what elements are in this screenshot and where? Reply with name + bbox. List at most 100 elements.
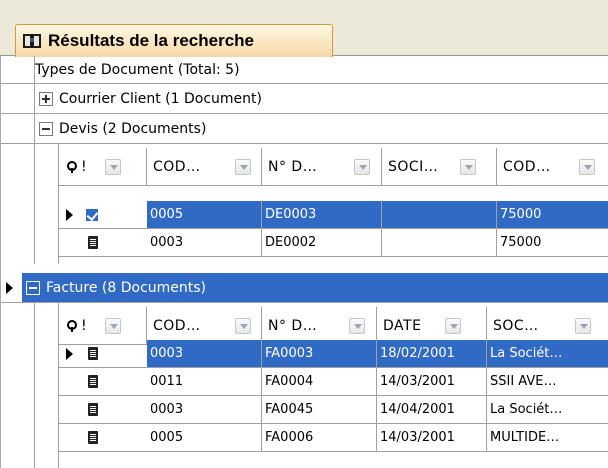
column-header-label: COD…: [503, 158, 551, 175]
chevron-down-icon[interactable]: [354, 158, 371, 175]
table-row[interactable]: 0003 DE0002 75000: [59, 229, 608, 257]
row-status[interactable]: [81, 424, 147, 451]
column-header-label: !: [81, 317, 88, 334]
table-row[interactable]: 0005 FA0006 14/03/2001 MULTIDE…: [59, 424, 608, 452]
cell-societe[interactable]: [382, 229, 497, 256]
column-chooser[interactable]: [59, 307, 81, 344]
row-status[interactable]: [81, 368, 147, 395]
row-status[interactable]: [81, 229, 147, 256]
row-pointer-icon: [6, 281, 13, 294]
group-row-facture[interactable]: Facture (8 Documents): [1, 273, 608, 303]
cell-societe[interactable]: La Sociét…: [487, 396, 608, 423]
chevron-down-icon[interactable]: [105, 158, 122, 175]
document-icon: [87, 402, 99, 417]
cell-number[interactable]: DE0003: [262, 201, 382, 228]
column-chooser[interactable]: [59, 148, 81, 185]
row-pointer-icon: [66, 208, 73, 221]
cell-code[interactable]: 0011: [147, 368, 262, 395]
column-header-label: DATE: [383, 317, 422, 334]
row-indicator: [59, 396, 81, 423]
cell-date[interactable]: 14/04/2001: [377, 396, 487, 423]
expand-icon[interactable]: [39, 91, 53, 106]
column-header-label: N° D…: [268, 158, 318, 175]
cell-code[interactable]: 0005: [147, 424, 262, 451]
column-header-flag[interactable]: !: [81, 307, 147, 344]
key-icon: [67, 160, 77, 173]
cell-date[interactable]: 14/03/2001: [377, 424, 487, 451]
cell-date[interactable]: 14/03/2001: [377, 368, 487, 395]
document-icon: [87, 430, 99, 445]
cell-code[interactable]: 0003: [147, 229, 262, 256]
cell-number[interactable]: FA0004: [262, 368, 377, 395]
column-header-flag[interactable]: !: [81, 148, 147, 185]
column-header-societe[interactable]: SOC…: [487, 307, 608, 344]
cell-code[interactable]: 0005: [147, 201, 262, 228]
column-header-number[interactable]: N° D…: [262, 148, 382, 185]
cell-number[interactable]: DE0002: [262, 229, 382, 256]
chevron-down-icon[interactable]: [578, 158, 595, 175]
column-header-label: COD…: [153, 158, 201, 175]
chevron-down-icon[interactable]: [460, 158, 477, 175]
row-status[interactable]: [81, 396, 147, 423]
document-icon: [87, 374, 99, 389]
column-header-number[interactable]: N° D…: [262, 307, 377, 344]
cell-societe[interactable]: SSII AVE…: [487, 368, 608, 395]
column-header-code2[interactable]: COD…: [497, 148, 608, 185]
group-selection[interactable]: Facture (8 Documents): [22, 273, 608, 302]
key-icon: [67, 319, 77, 332]
column-header-label: SOC…: [493, 317, 539, 334]
cell-code[interactable]: 0003: [147, 396, 262, 423]
tab-title: Résultats de la recherche: [48, 31, 254, 50]
group-label: Courrier Client (1 Document): [59, 90, 262, 107]
table-row[interactable]: 0003 FA0045 14/04/2001 La Sociét…: [59, 396, 608, 424]
tab-search-results[interactable]: Résultats de la recherche: [15, 24, 333, 57]
cell-code[interactable]: 0003: [147, 340, 262, 367]
results-tree[interactable]: Types de Document (Total: 5) Courrier Cl…: [0, 56, 608, 468]
cell-number[interactable]: FA0045: [262, 396, 377, 423]
table-row[interactable]: 0003 FA0003 18/02/2001 La Sociét…: [59, 340, 608, 368]
cell-date[interactable]: 18/02/2001: [377, 340, 487, 367]
chevron-down-icon[interactable]: [234, 317, 251, 334]
root-label: Types de Document (Total: 5): [35, 61, 240, 78]
chevron-down-icon[interactable]: [105, 317, 122, 334]
group-row-courrier[interactable]: Courrier Client (1 Document): [1, 84, 608, 114]
table-row[interactable]: 0011 FA0004 14/03/2001 SSII AVE…: [59, 368, 608, 396]
checked-document-icon: [85, 207, 99, 222]
row-status[interactable]: [81, 201, 147, 228]
cell-code2[interactable]: 75000: [497, 229, 608, 256]
row-status[interactable]: [81, 340, 147, 367]
tab-strip: Résultats de la recherche: [0, 0, 608, 57]
cell-number[interactable]: FA0003: [262, 340, 377, 367]
group-label: Facture (8 Documents): [46, 279, 207, 296]
column-header-label: N° D…: [268, 317, 318, 334]
group-row-devis[interactable]: Devis (2 Documents): [1, 114, 608, 144]
cell-societe[interactable]: MULTIDE…: [487, 424, 608, 451]
collapse-icon[interactable]: [26, 280, 40, 295]
document-icon: [87, 346, 99, 361]
row-indicator: [59, 368, 81, 395]
chevron-down-icon[interactable]: [574, 317, 591, 334]
row-indicator: [59, 229, 81, 256]
cell-code2[interactable]: 75000: [497, 201, 608, 228]
chevron-down-icon[interactable]: [445, 317, 462, 334]
collapse-icon[interactable]: [39, 121, 53, 136]
column-header-code[interactable]: COD…: [147, 307, 262, 344]
column-header-date[interactable]: DATE: [377, 307, 487, 344]
group-label: Devis (2 Documents): [59, 120, 207, 137]
cell-societe[interactable]: La Sociét…: [487, 340, 608, 367]
column-header-label: SOCI…: [388, 158, 439, 175]
cell-societe[interactable]: [382, 201, 497, 228]
row-pointer-icon: [66, 347, 73, 360]
table-row[interactable]: 0005 DE0003 75000: [59, 201, 608, 229]
cell-number[interactable]: FA0006: [262, 424, 377, 451]
column-header-societe[interactable]: SOCI…: [382, 148, 497, 185]
row-indicator: [59, 340, 81, 367]
chevron-down-icon[interactable]: [234, 158, 251, 175]
document-icon: [87, 235, 99, 250]
column-header-label: COD…: [153, 317, 201, 334]
chevron-down-icon[interactable]: [349, 317, 366, 334]
row-indicator: [59, 201, 81, 228]
tree-root-row[interactable]: Types de Document (Total: 5): [1, 56, 608, 84]
devis-grid-header: ! COD… N° D… SOCI… COD…: [59, 148, 608, 186]
column-header-code[interactable]: COD…: [147, 148, 262, 185]
